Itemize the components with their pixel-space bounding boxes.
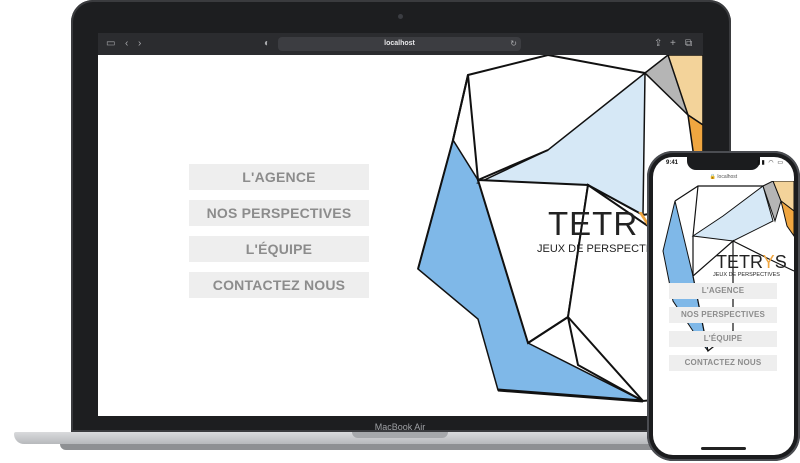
share-icon[interactable]: ⇪ bbox=[654, 37, 662, 51]
status-time: 9:41 bbox=[666, 160, 679, 166]
menu-equipe-button[interactable]: L'ÉQUIPE bbox=[189, 236, 369, 262]
base-notch bbox=[352, 432, 448, 438]
status-icons: ▮▮ ◠ ▭ bbox=[757, 160, 784, 166]
forward-icon[interactable]: › bbox=[138, 37, 141, 51]
phone-brand-logo: TETRYS bbox=[716, 252, 787, 272]
laptop-screen: ▭ ‹ › ◐ localhost ↻ ⇪ + ⧉ TETR JEUX DE P… bbox=[98, 33, 703, 416]
sidebar-icon[interactable]: ▭ bbox=[106, 37, 115, 51]
privacy-icon[interactable]: ◐ bbox=[264, 37, 270, 51]
phone-web-page: TETRYS JEUX DE PERSPECTIVES L'AGENCE NOS… bbox=[653, 181, 794, 455]
address-text: localhost bbox=[384, 40, 415, 47]
menu-agence-button[interactable]: L'AGENCE bbox=[189, 164, 369, 190]
phone-address-bar[interactable]: 🔒 localhost bbox=[653, 174, 794, 180]
phone-menu-contact-button[interactable]: CONTACTEZ NOUS bbox=[669, 355, 777, 371]
phone-menu-equipe-button[interactable]: L'ÉQUIPE bbox=[669, 331, 777, 347]
home-indicator[interactable] bbox=[701, 447, 746, 450]
tabs-overview-icon[interactable]: ⧉ bbox=[685, 37, 692, 51]
phone-menu-agence-button[interactable]: L'AGENCE bbox=[669, 283, 777, 299]
phone-screen: 9:41 ▮▮ ◠ ▭ 🔒 localhost TETRYS JEUX DE P… bbox=[653, 157, 794, 455]
phone-menu-perspectives-button[interactable]: NOS PERSPECTIVES bbox=[669, 307, 777, 323]
phone-notch bbox=[687, 157, 760, 170]
camera bbox=[398, 14, 403, 19]
base-bottom bbox=[60, 444, 740, 450]
new-tab-icon[interactable]: + bbox=[670, 37, 676, 51]
browser-toolbar: ▭ ‹ › ◐ localhost ↻ ⇪ + ⧉ bbox=[98, 33, 703, 56]
menu-contact-button[interactable]: CONTACTEZ NOUS bbox=[189, 272, 369, 298]
phone-brand-tagline: JEUX DE PERSPECTIVES bbox=[713, 272, 780, 278]
web-page: TETRYS JEUX DE PERSPECTIVES L'AGENCE NOS… bbox=[98, 55, 703, 416]
menu-perspectives-button[interactable]: NOS PERSPECTIVES bbox=[189, 200, 369, 226]
address-bar[interactable]: localhost ↻ bbox=[278, 37, 521, 51]
reload-icon[interactable]: ↻ bbox=[510, 37, 517, 51]
back-icon[interactable]: ‹ bbox=[125, 37, 128, 51]
